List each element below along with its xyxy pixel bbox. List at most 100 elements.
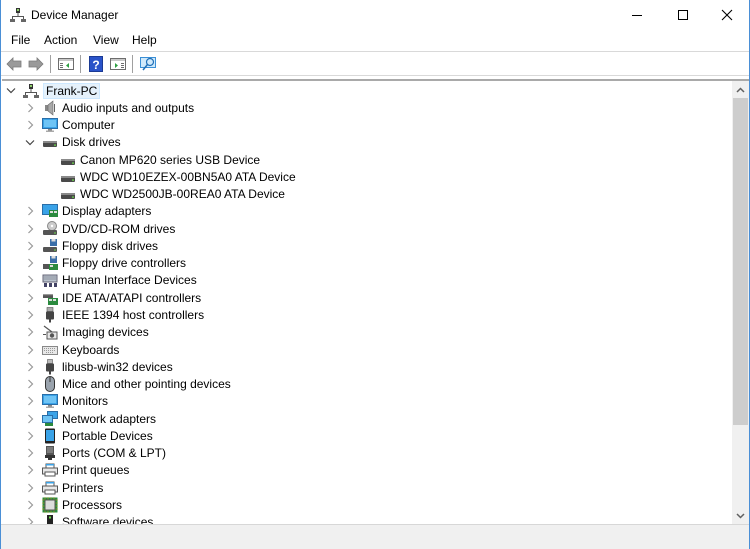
tree-category-node[interactable]: Floppy disk drives <box>24 237 158 254</box>
chevron-up-icon <box>736 86 745 93</box>
close-icon <box>721 9 733 21</box>
expand-chevron-right-icon[interactable] <box>24 341 36 358</box>
action-pane-button[interactable] <box>109 55 127 73</box>
expand-chevron-down-icon[interactable] <box>24 134 36 151</box>
tree-category-node[interactable]: Monitors <box>24 393 108 410</box>
status-bar <box>1 524 749 549</box>
menu-help[interactable]: Help <box>132 33 157 47</box>
toolbar-separator <box>80 55 81 73</box>
tree-category-node[interactable]: Portable Devices <box>24 427 153 444</box>
tree-category-node[interactable]: libusb-win32 devices <box>24 358 173 375</box>
tree-item-label: Processors <box>62 497 123 512</box>
expand-chevron-right-icon[interactable] <box>24 496 36 513</box>
dvd-drive-icon <box>43 220 57 235</box>
camera-icon <box>43 325 58 340</box>
expand-chevron-down-icon[interactable] <box>5 82 17 99</box>
window-title: Device Manager <box>31 8 119 22</box>
tree-item-label: IDE ATA/ATAPI controllers <box>62 290 202 305</box>
tree-device-node[interactable]: Canon MP620 series USB Device <box>42 151 260 168</box>
tree-category-node[interactable]: IDE ATA/ATAPI controllers <box>24 289 201 306</box>
minimize-icon <box>632 15 642 16</box>
tree-category-node[interactable]: Mice and other pointing devices <box>24 376 231 393</box>
device-tree: Frank-PC Audio inputs and outputs Computer… <box>2 79 732 524</box>
menu-view[interactable]: View <box>93 33 119 47</box>
network-adapter-icon <box>42 410 58 426</box>
scroll-up-button[interactable] <box>732 81 749 98</box>
expand-chevron-right-icon[interactable] <box>24 479 36 496</box>
tree-item-label: WDC WD10EZEX-00BN5A0 ATA Device <box>80 169 296 184</box>
tree-category-node[interactable]: Audio inputs and outputs <box>24 99 194 116</box>
tree-root-node[interactable]: Frank-PC <box>5 82 101 99</box>
tree-category-node[interactable]: IEEE 1394 host controllers <box>24 307 204 324</box>
expand-chevron-right-icon[interactable] <box>24 393 36 410</box>
tree-category-node[interactable]: Floppy drive controllers <box>24 255 186 272</box>
expand-chevron-right-icon[interactable] <box>24 445 36 462</box>
expand-chevron-right-icon[interactable] <box>24 358 36 375</box>
scroll-thumb[interactable] <box>733 98 748 426</box>
tree-item-label: Portable Devices <box>62 428 153 443</box>
expand-chevron-right-icon[interactable] <box>24 255 36 272</box>
tree-item-label: Computer <box>62 118 115 133</box>
scroll-down-button[interactable] <box>732 507 749 524</box>
close-button[interactable] <box>704 0 750 30</box>
expand-chevron-right-icon[interactable] <box>24 272 36 289</box>
tree-item-label: Human Interface Devices <box>62 273 197 288</box>
disk-drive-icon <box>43 141 57 148</box>
expand-chevron-right-icon[interactable] <box>24 462 36 479</box>
tree-category-node[interactable]: Display adapters <box>24 203 151 220</box>
tree-item-label: Software devices <box>62 515 154 524</box>
tree-category-node[interactable]: Imaging devices <box>24 324 149 341</box>
tree-category-node[interactable]: Printers <box>24 479 103 496</box>
forward-button[interactable] <box>27 55 45 73</box>
toolbar-separator <box>50 55 51 73</box>
tree-category-node[interactable]: DVD/CD-ROM drives <box>24 220 175 237</box>
tree-category-node[interactable]: Ports (COM & LPT) <box>24 445 166 462</box>
tree-category-node[interactable]: Keyboards <box>24 341 119 358</box>
tree-item-label: Canon MP620 series USB Device <box>80 152 261 167</box>
tree-item-label: Imaging devices <box>62 325 149 340</box>
expand-chevron-right-icon[interactable] <box>24 324 36 341</box>
expand-chevron-right-icon[interactable] <box>24 410 36 427</box>
tree-device-node[interactable]: WDC WD2500JB-00REA0 ATA Device <box>42 186 285 203</box>
tree-category-node[interactable]: Print queues <box>24 462 129 479</box>
menu-bar: File Action View Help <box>1 30 749 50</box>
expand-chevron-right-icon[interactable] <box>24 514 36 524</box>
expand-chevron-right-icon[interactable] <box>24 376 36 393</box>
computer-network-icon <box>23 83 39 98</box>
scan-hardware-button[interactable] <box>139 55 157 73</box>
disk-drive-icon <box>61 158 75 165</box>
tree-item-label: WDC WD2500JB-00REA0 ATA Device <box>80 187 285 202</box>
vertical-scrollbar[interactable] <box>732 79 749 524</box>
maximize-button[interactable] <box>660 0 706 30</box>
minimize-button[interactable] <box>614 0 660 30</box>
expand-chevron-right-icon[interactable] <box>24 237 36 254</box>
hid-icon <box>42 274 58 288</box>
back-button[interactable] <box>5 55 23 73</box>
expand-chevron-right-icon[interactable] <box>24 203 36 220</box>
console-tree-button[interactable] <box>57 55 75 73</box>
expand-chevron-right-icon[interactable] <box>24 220 36 237</box>
tree-category-node[interactable]: Human Interface Devices <box>24 272 197 289</box>
tree-item-label: Floppy drive controllers <box>62 256 187 271</box>
tree-item-label: Printers <box>62 480 104 495</box>
expand-chevron-right-icon[interactable] <box>24 99 36 116</box>
floppy-controller-icon <box>43 256 58 271</box>
tree-category-node[interactable]: Software devices <box>24 514 153 524</box>
expand-chevron-right-icon[interactable] <box>24 307 36 324</box>
expand-chevron-right-icon[interactable] <box>24 427 36 444</box>
menu-action[interactable]: Action <box>44 33 77 47</box>
expand-chevron-right-icon[interactable] <box>24 117 36 134</box>
menu-file[interactable]: File <box>11 33 30 47</box>
ide-controller-icon <box>43 293 58 305</box>
tree-item-label: DVD/CD-ROM drives <box>62 221 176 236</box>
tree-device-node[interactable]: WDC WD10EZEX-00BN5A0 ATA Device <box>42 168 296 185</box>
toolbar-separator <box>132 55 133 73</box>
help-button[interactable]: ? <box>87 55 105 73</box>
tree-item-label: Floppy disk drives <box>62 238 159 253</box>
tree-category-node[interactable]: Computer <box>24 117 115 134</box>
tree-category-node[interactable]: Network adapters <box>24 410 156 427</box>
tree-category-node[interactable]: Disk drives <box>24 134 121 151</box>
tree-category-node[interactable]: Processors <box>24 496 122 513</box>
svg-text:?: ? <box>92 58 99 72</box>
expand-chevron-right-icon[interactable] <box>24 289 36 306</box>
